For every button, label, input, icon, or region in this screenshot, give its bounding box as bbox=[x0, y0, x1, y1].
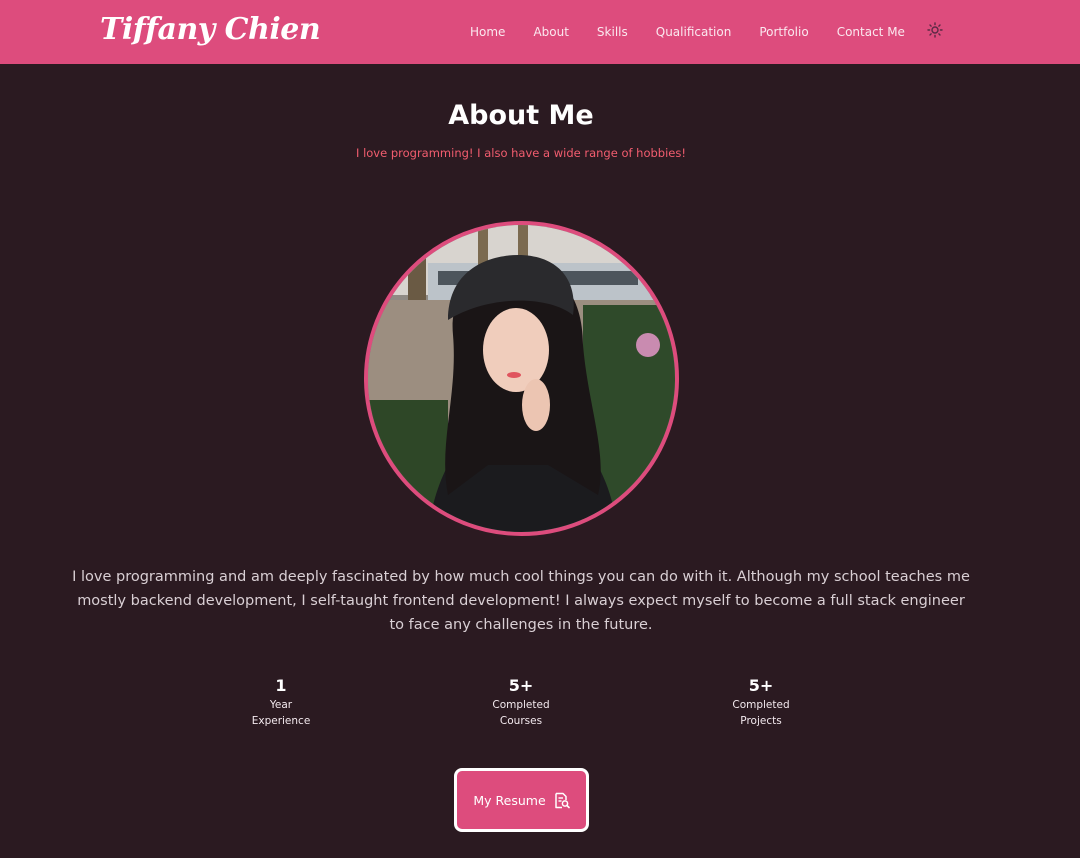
nav-home[interactable]: Home bbox=[470, 25, 505, 39]
stat-label-line1: Completed bbox=[492, 699, 550, 711]
theme-toggle-button[interactable] bbox=[926, 21, 944, 39]
stat-projects: 5+ Completed Projects bbox=[691, 675, 831, 729]
stat-label-line2: Courses bbox=[499, 715, 543, 727]
document-search-icon bbox=[554, 792, 570, 808]
nav-portfolio[interactable]: Portfolio bbox=[759, 25, 808, 39]
section-subtitle: I love programming! I also have a wide r… bbox=[356, 146, 686, 160]
stat-label-line2: Projects bbox=[740, 715, 782, 727]
stat-experience: 1 Year Experience bbox=[211, 675, 351, 729]
about-description: I love programming and am deeply fascina… bbox=[72, 569, 970, 633]
stat-value: 5+ bbox=[748, 676, 774, 695]
logo[interactable]: Tiffany Chien bbox=[100, 12, 321, 47]
main-nav: Home About Skills Qualification Portfoli… bbox=[470, 0, 933, 64]
stat-label-line2: Experience bbox=[251, 715, 311, 727]
resume-button-label: My Resume bbox=[473, 792, 546, 808]
section-title: About Me bbox=[448, 100, 594, 131]
stat-courses: 5+ Completed Courses bbox=[451, 675, 591, 729]
stat-value: 1 bbox=[275, 676, 287, 695]
nav-qualification[interactable]: Qualification bbox=[656, 25, 732, 39]
stat-label-line1: Completed bbox=[732, 699, 790, 711]
stat-value: 5+ bbox=[508, 676, 534, 695]
nav-skills[interactable]: Skills bbox=[597, 25, 628, 39]
sun-icon bbox=[927, 22, 943, 38]
site-header: Tiffany Chien Home About Skills Qualific… bbox=[0, 0, 1080, 64]
stat-label-line1: Year bbox=[269, 699, 293, 711]
resume-button[interactable]: My Resume bbox=[454, 768, 589, 832]
nav-contact[interactable]: Contact Me bbox=[837, 25, 905, 39]
profile-photo bbox=[364, 221, 679, 536]
nav-about[interactable]: About bbox=[533, 25, 568, 39]
